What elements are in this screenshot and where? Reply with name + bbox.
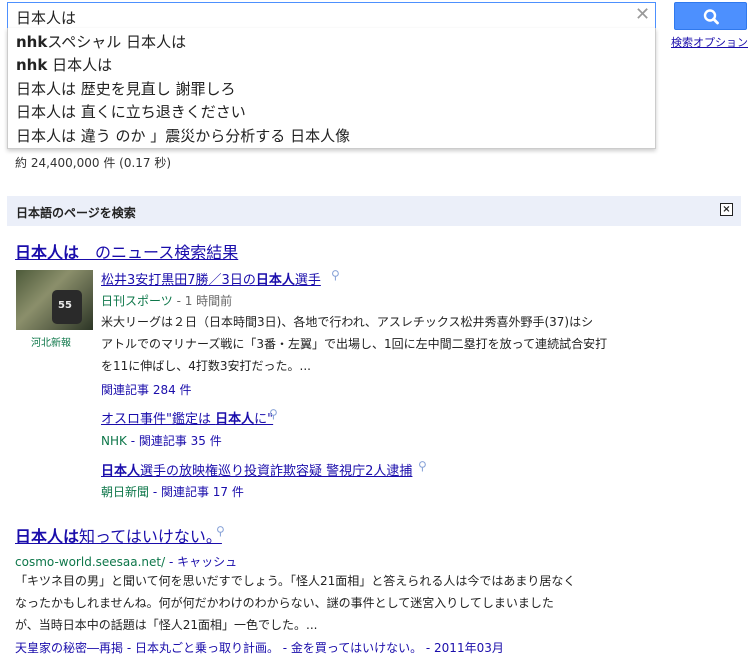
related-articles-link[interactable]: 関連記事 284 件 xyxy=(101,381,192,398)
news-item-meta: NHK - 関連記事 35 件 xyxy=(101,434,222,448)
magnifier-icon[interactable]: ⚲ xyxy=(331,268,340,282)
thumbnail-caption: 河北新報 xyxy=(31,338,71,349)
news-thumbnail[interactable]: 55 xyxy=(16,270,93,330)
suggestion-item[interactable]: 日本人は 直くに立ち退きください xyxy=(16,101,246,122)
result-sitelinks[interactable]: 天皇家の秘密―再掲 - 日本丸ごと乗っ取り計画。 - 金を買ってはいけない。 -… xyxy=(15,639,504,656)
autocomplete-dropdown: nhkスペシャル 日本人は nhk 日本人は 日本人は 歴史を見直し 謝罪しろ … xyxy=(7,28,656,149)
search-query-text: 日本人は xyxy=(16,9,77,27)
search-icon xyxy=(703,9,719,25)
close-icon[interactable]: ✕ xyxy=(635,5,650,25)
news-item-snippet: 米大リーグは２日（日本時間3日)、各地で行われ、アスレチックス松井秀喜外野手(3… xyxy=(101,315,608,373)
news-item-meta: 朝日新聞 - 関連記事 17 件 xyxy=(101,485,244,499)
cache-link[interactable]: - キャッシュ xyxy=(165,555,237,569)
suggestion-item[interactable]: nhk 日本人は xyxy=(16,54,112,75)
search-options-link[interactable]: 検索オプション xyxy=(671,34,748,50)
suggestion-item[interactable]: 日本人は 違う のか 」震災から分析する 日本人像 xyxy=(16,125,350,146)
result-url: cosmo-world.seesaa.net/ - キャッシュ xyxy=(15,555,238,569)
news-item-link[interactable]: オスロ事件"鑑定は 日本人に" xyxy=(101,408,273,427)
suggestion-item[interactable]: 日本人は 歴史を見直し 謝罪しろ xyxy=(16,78,236,99)
news-item-meta: 日刊スポーツ - 1 時間前 xyxy=(101,294,233,308)
news-results-title[interactable]: 日本人は のニュース検索結果 xyxy=(15,239,238,263)
close-icon[interactable]: × xyxy=(720,203,733,216)
search-button[interactable] xyxy=(674,2,747,30)
news-item-link[interactable]: 松井3安打黒田7勝／3日の日本人選手 xyxy=(101,269,321,288)
result-snippet: 「キツネ目の男」と聞いて何を思いだすでしょう。「怪人21面相」と答えられる人は今… xyxy=(15,574,576,632)
magnifier-icon[interactable]: ⚲ xyxy=(269,407,278,421)
magnifier-icon[interactable]: ⚲ xyxy=(216,524,225,538)
news-item-link[interactable]: 日本人選手の放映権巡り投資詐欺容疑 警視庁2人逮捕 xyxy=(101,460,412,479)
search-input[interactable]: 日本人は ✕ xyxy=(7,2,656,29)
japanese-pages-bar: 日本語のページを検索 × xyxy=(7,196,741,226)
magnifier-icon[interactable]: ⚲ xyxy=(418,459,427,473)
result-stats: 約 24,400,000 件 (0.17 秒) xyxy=(15,156,172,170)
result-title-link[interactable]: 日本人は知ってはいけない。 xyxy=(15,523,222,547)
suggestion-item[interactable]: nhkスペシャル 日本人は xyxy=(16,31,186,52)
japanese-pages-link[interactable]: 日本語のページを検索 xyxy=(16,204,136,221)
jersey-number: 55 xyxy=(58,300,72,311)
